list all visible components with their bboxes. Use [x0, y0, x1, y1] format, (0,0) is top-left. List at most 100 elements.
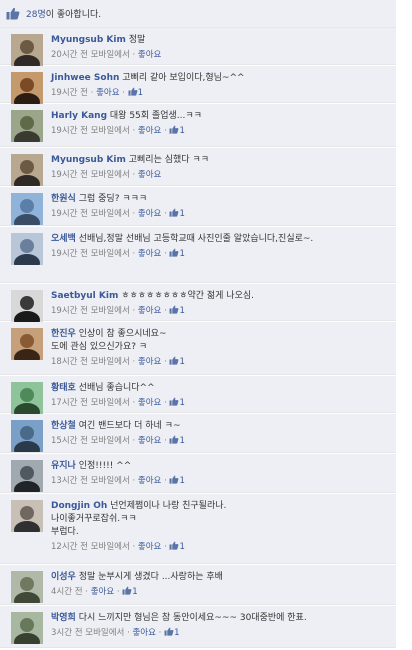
commenter-avatar[interactable]	[11, 72, 43, 104]
like-link[interactable]: 좋아요	[138, 357, 161, 367]
like-count-link[interactable]: 1	[122, 586, 138, 597]
comment-line: Dongjin Oh 넌언제쩜이나 나랑 친구될라나. 나이좋거꾸로잡쉬.ㅋㅋ …	[51, 500, 396, 539]
comment-body: 이성우 정말 눈부시게 생겼다 ...사랑하는 후배 4시간 전 · 좋아요 · …	[51, 571, 396, 599]
like-count-icon	[169, 125, 179, 134]
commenter-avatar[interactable]	[11, 328, 43, 360]
comment-item: 한진우 인상이 참 좋으시네요~ 도에 관심 있으신가요? ㅋ 18시간 전 모바…	[0, 322, 404, 375]
comment-line: 이성우 정말 눈부시게 생겼다 ...사랑하는 후배	[51, 571, 396, 584]
thumbs-up-icon[interactable]	[6, 7, 20, 20]
comment-item: Harly Kang 대왕 55회 졸업생...ㅋㅋ 19시간 전 모바일에서 ·…	[0, 104, 404, 147]
meta-separator: ·	[164, 476, 167, 486]
comment-author-link[interactable]: Myungsub Kim	[51, 35, 126, 45]
comment-meta: 13시간 전 모바일에서 · 좋아요 · 1	[51, 475, 396, 488]
comment-body: Harly Kang 대왕 55회 졸업생...ㅋㅋ 19시간 전 모바일에서 ·…	[51, 110, 396, 138]
like-count-link[interactable]: 1	[169, 475, 185, 486]
like-count-link[interactable]: 1	[169, 397, 185, 408]
comment-item: 유지나 인정!!!!! ^^ 13시간 전 모바일에서 · 좋아요 · 1	[0, 454, 404, 493]
comment-timestamp: 15시간 전 모바일에서	[51, 436, 130, 446]
comment-meta: 19시간 전 모바일에서 · 좋아요 · 1	[51, 248, 396, 261]
commenter-avatar[interactable]	[11, 34, 43, 66]
like-count-link[interactable]: 1	[128, 87, 143, 98]
comment-timestamp: 13시간 전 모바일에서	[51, 476, 130, 486]
comment-author-link[interactable]: 박영희	[51, 613, 76, 623]
like-count-link[interactable]: 1	[164, 627, 179, 638]
comment-body: 유지나 인정!!!!! ^^ 13시간 전 모바일에서 · 좋아요 · 1	[51, 460, 396, 488]
like-link[interactable]: 좋아요	[138, 170, 161, 180]
like-link[interactable]: 좋아요	[138, 126, 161, 136]
comment-author-link[interactable]: 한진우	[51, 329, 76, 339]
comment-text: 선배님 좋습니다^^	[78, 383, 155, 393]
meta-separator: ·	[116, 587, 120, 597]
comment-line: Harly Kang 대왕 55회 졸업생...ㅋㅋ	[51, 110, 396, 123]
commenter-avatar[interactable]	[11, 460, 43, 492]
comment-timestamp: 19시간 전 모바일에서	[51, 249, 130, 259]
like-count: 1	[132, 587, 138, 597]
comment-author-link[interactable]: 한상철	[51, 421, 76, 431]
likes-summary: 28명 이 좋아합니다.	[0, 0, 404, 28]
commenter-avatar[interactable]	[11, 193, 43, 225]
like-link[interactable]: 좋아요	[91, 587, 114, 597]
commenter-avatar[interactable]	[11, 233, 43, 265]
comment-body: Jinhwee Sohn 고삐리 같아 보입이다,형님~^^ 19시간 전 · 좋…	[51, 72, 396, 100]
like-count-link[interactable]: 1	[169, 208, 185, 219]
like-count-link[interactable]: 1	[169, 125, 185, 136]
like-link[interactable]: 좋아요	[138, 50, 161, 60]
scrollbar[interactable]	[396, 0, 404, 650]
comment-author-link[interactable]: Saetbyul Kim	[51, 291, 118, 301]
like-count: 1	[179, 357, 185, 367]
comment-author-link[interactable]: 이성우	[51, 572, 76, 582]
like-count-link[interactable]: 1	[169, 435, 185, 446]
commenter-avatar[interactable]	[11, 420, 43, 452]
commenter-avatar[interactable]	[11, 612, 43, 644]
like-link[interactable]: 좋아요	[138, 209, 161, 219]
comment-timestamp: 19시간 전 모바일에서	[51, 306, 130, 316]
commenter-avatar[interactable]	[11, 571, 43, 603]
comment-author-link[interactable]: 황태호	[51, 383, 76, 393]
like-count-link[interactable]: 1	[169, 305, 185, 316]
comment-author-link[interactable]: 한원식	[51, 194, 76, 204]
meta-separator: ·	[164, 357, 167, 367]
like-count-link[interactable]: 1	[169, 541, 185, 552]
commenter-avatar[interactable]	[11, 110, 43, 142]
comment-author-link[interactable]: Jinhwee Sohn	[51, 73, 119, 83]
like-count: 1	[179, 249, 185, 259]
comment-meta: 4시간 전 · 좋아요 · 1	[51, 586, 396, 599]
comment-line: 오세백 선배님,정말 선배님 고등학교때 사진인줄 알았습니다,진실로~.	[51, 233, 396, 246]
like-link[interactable]: 좋아요	[138, 398, 161, 408]
like-count-link[interactable]: 1	[169, 248, 185, 259]
like-link[interactable]: 좋아요	[138, 542, 161, 552]
commenter-avatar[interactable]	[11, 154, 43, 186]
comment-author-link[interactable]: 오세백	[51, 234, 76, 244]
commenter-avatar[interactable]	[11, 500, 43, 532]
comment-author-link[interactable]: 유지나	[51, 461, 76, 471]
commenter-avatar[interactable]	[11, 382, 43, 414]
comments-panel: 28명 이 좋아합니다. Myungsub Kim 정말 20시간 전 모바일에서 …	[0, 0, 404, 650]
comment-author-link[interactable]: Harly Kang	[51, 111, 107, 121]
meta-separator: ·	[122, 88, 125, 98]
like-link[interactable]: 좋아요	[132, 628, 155, 638]
like-count-icon	[169, 305, 179, 314]
like-count: 1	[179, 476, 185, 486]
meta-separator: ·	[164, 126, 167, 136]
comment-text: 여긴 밴드보다 더 하네 ㅋ~	[78, 421, 181, 431]
like-count-icon	[169, 356, 179, 365]
commenter-avatar[interactable]	[11, 290, 43, 322]
meta-separator: ·	[164, 436, 167, 446]
comment-timestamp: 19시간 전	[51, 88, 88, 98]
like-link[interactable]: 좋아요	[138, 436, 161, 446]
like-link[interactable]: 좋아요	[138, 306, 161, 316]
comment-meta: 19시간 전 모바일에서 · 좋아요 · 1	[51, 208, 396, 221]
like-link[interactable]: 좋아요	[138, 476, 161, 486]
likes-count-link[interactable]: 28명	[26, 7, 46, 20]
comment-timestamp: 18시간 전 모바일에서	[51, 357, 130, 367]
comment-item: Jinhwee Sohn 고삐리 같아 보입이다,형님~^^ 19시간 전 · 좋…	[0, 66, 404, 104]
comment-item: Myungsub Kim 정말 20시간 전 모바일에서 · 좋아요	[0, 28, 404, 66]
comment-text: 대왕 55회 졸업생...ㅋㅋ	[109, 111, 202, 121]
like-count-link[interactable]: 1	[169, 356, 185, 367]
comment-author-link[interactable]: Dongjin Oh	[51, 501, 107, 511]
comment-author-link[interactable]: Myungsub Kim	[51, 155, 126, 165]
comment-text: 고삐리 같아 보입이다,형님~^^	[122, 73, 245, 83]
like-link[interactable]: 좋아요	[138, 249, 161, 259]
comment-body: Dongjin Oh 넌언제쩜이나 나랑 친구될라나. 나이좋거꾸로잡쉬.ㅋㅋ …	[51, 500, 396, 554]
like-link[interactable]: 좋아요	[96, 88, 119, 98]
